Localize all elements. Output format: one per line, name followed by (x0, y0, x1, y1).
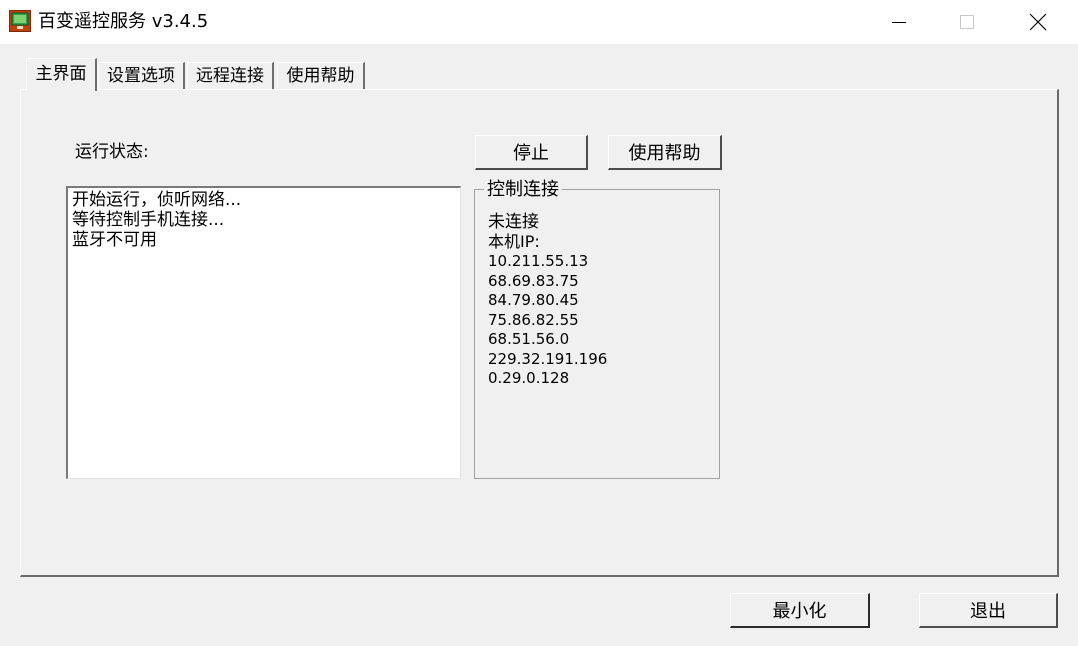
local-ip-label: 本机IP: (488, 232, 540, 251)
log-line: 等待控制手机连接... (72, 210, 225, 230)
tab-settings[interactable]: 设置选项 (98, 62, 185, 90)
ip-address-list: 10.211.55.13 68.69.83.75 84.79.80.45 75.… (488, 252, 607, 389)
ip-address: 68.69.83.75 (488, 271, 579, 290)
connection-group-title: 控制连接 (484, 178, 562, 202)
ip-address: 68.51.56.0 (488, 330, 570, 348)
window-maximize-button[interactable] (932, 0, 1002, 44)
connection-status-text: 未连接 (488, 212, 539, 232)
run-status-label: 运行状态: (75, 142, 149, 162)
window-minimize-button[interactable] (864, 0, 934, 44)
stop-button[interactable]: 停止 (475, 135, 588, 170)
log-line: 蓝牙不可用 (72, 230, 157, 250)
minimize-button[interactable]: 最小化 (730, 593, 870, 628)
tab-main[interactable]: 主界面 (26, 58, 97, 91)
tab-help[interactable]: 使用帮助 (277, 62, 365, 90)
minimize-icon (892, 22, 906, 23)
ip-address: 0.29.0.128 (488, 369, 570, 387)
status-log-box[interactable]: 开始运行，侦听网络... 等待控制手机连接... 蓝牙不可用 (66, 186, 461, 479)
log-line: 开始运行，侦听网络... (72, 190, 242, 210)
window-close-button[interactable] (1003, 0, 1073, 44)
maximize-icon (960, 15, 974, 29)
ip-address: 10.211.55.13 (488, 252, 589, 270)
exit-button[interactable]: 退出 (919, 593, 1058, 628)
ip-address: 84.79.80.45 (488, 291, 579, 309)
help-button[interactable]: 使用帮助 (608, 135, 722, 170)
window-title: 百变遥控服务 v3.4.5 (38, 11, 209, 32)
app-monitor-icon (9, 10, 31, 32)
ip-address: 229.32.191.196 (488, 349, 608, 368)
close-icon (1029, 13, 1047, 31)
ip-address: 75.86.82.55 (488, 310, 579, 329)
tab-remote-connection[interactable]: 远程连接 (187, 62, 274, 90)
